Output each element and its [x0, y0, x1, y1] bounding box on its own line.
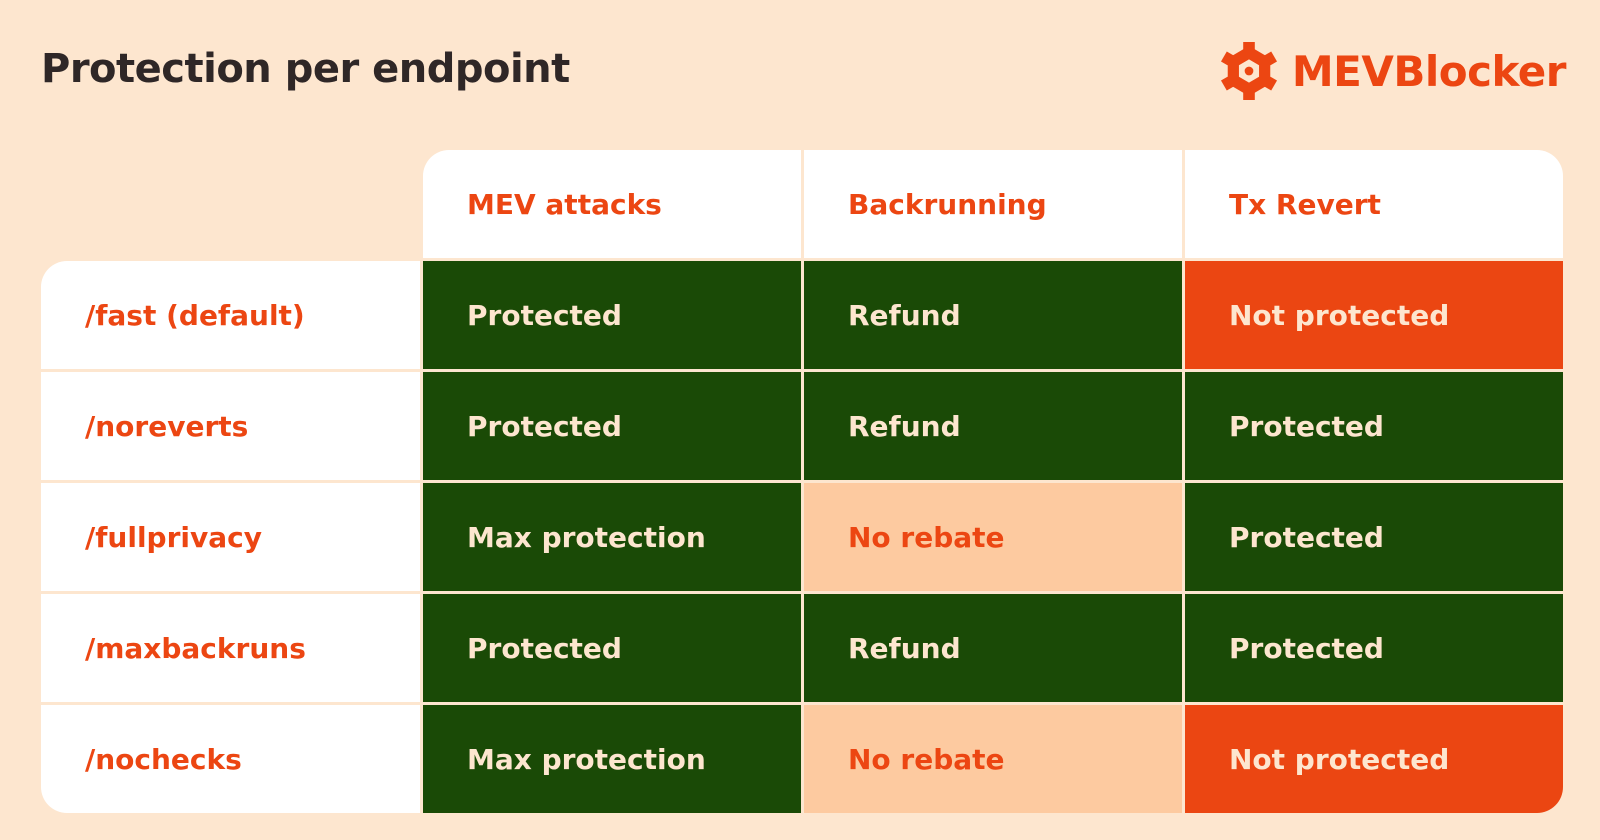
row-endpoint-maxbackruns: /maxbackruns: [41, 594, 420, 702]
column-header-tx-revert: Tx Revert: [1185, 150, 1563, 258]
page-title: Protection per endpoint: [41, 46, 570, 92]
protection-table: MEV attacks Backrunning Tx Revert /fast …: [41, 150, 1563, 813]
cell-fast-mev-attacks: Protected: [423, 261, 801, 369]
cell-maxbackruns-tx-revert: Protected: [1185, 594, 1563, 702]
cell-nochecks-tx-revert: Not protected: [1185, 705, 1563, 813]
cell-fast-backrunning: Refund: [804, 261, 1182, 369]
cell-noreverts-tx-revert: Protected: [1185, 372, 1563, 480]
cell-fullprivacy-mev-attacks: Max protection: [423, 483, 801, 591]
cell-maxbackruns-mev-attacks: Protected: [423, 594, 801, 702]
hex-nut-logo-icon: [1220, 42, 1277, 100]
cell-noreverts-mev-attacks: Protected: [423, 372, 801, 480]
brand-logo: MEVBlocker: [1220, 42, 1567, 100]
table-corner: [41, 150, 420, 258]
brand-name: MEVBlocker: [1291, 46, 1567, 96]
row-endpoint-nochecks: /nochecks: [41, 705, 420, 813]
cell-fast-tx-revert: Not protected: [1185, 261, 1563, 369]
cell-maxbackruns-backrunning: Refund: [804, 594, 1182, 702]
cell-nochecks-backrunning: No rebate: [804, 705, 1182, 813]
row-endpoint-fast: /fast (default): [41, 261, 420, 369]
column-header-backrunning: Backrunning: [804, 150, 1182, 258]
column-header-mev-attacks: MEV attacks: [423, 150, 801, 258]
cell-fullprivacy-backrunning: No rebate: [804, 483, 1182, 591]
cell-fullprivacy-tx-revert: Protected: [1185, 483, 1563, 591]
row-endpoint-fullprivacy: /fullprivacy: [41, 483, 420, 591]
cell-noreverts-backrunning: Refund: [804, 372, 1182, 480]
cell-nochecks-mev-attacks: Max protection: [423, 705, 801, 813]
row-endpoint-noreverts: /noreverts: [41, 372, 420, 480]
